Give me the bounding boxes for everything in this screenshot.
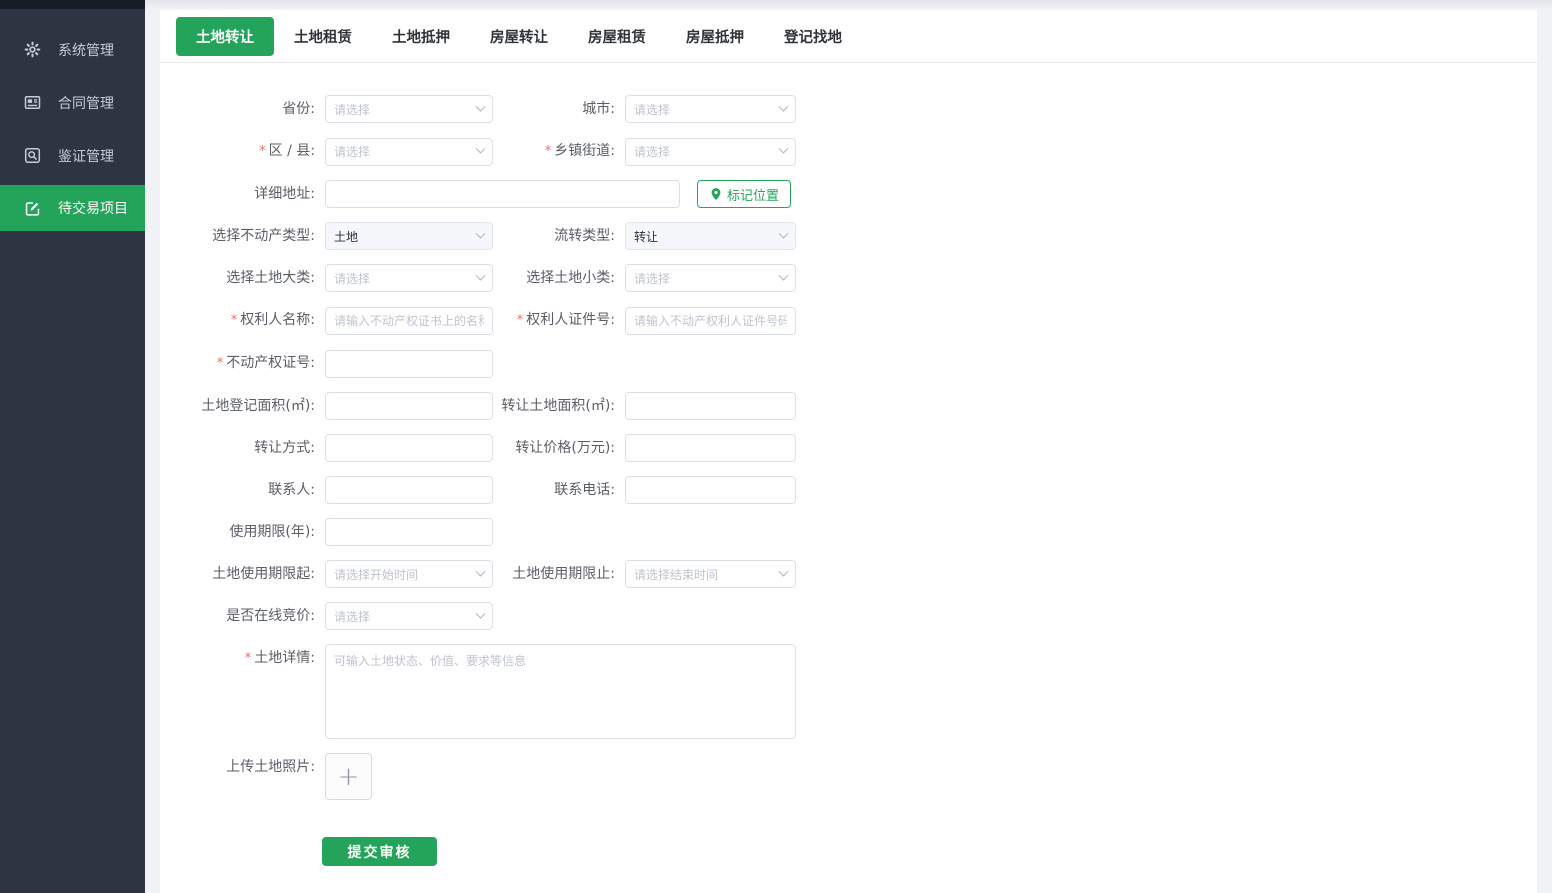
transfer-type-select[interactable]: 转让 (625, 222, 796, 250)
owner-name-input[interactable] (325, 307, 493, 335)
tab-bar: 土地转让 土地租赁 土地抵押 房屋转让 房屋租赁 房屋抵押 登记找地 (160, 10, 1537, 63)
tab-register-find-land[interactable]: 登记找地 (764, 17, 862, 56)
tab-house-transfer[interactable]: 房屋转让 (470, 17, 568, 56)
upload-photo-button[interactable]: + (325, 753, 372, 800)
use-term-start-select[interactable]: 请选择开始时间 (325, 560, 493, 588)
edit-icon (24, 200, 41, 217)
plus-icon: + (338, 764, 360, 790)
chevron-down-icon (476, 228, 486, 238)
transfer-price-input[interactable] (625, 434, 796, 462)
transfer-price-label: 转让价格(万元): (493, 434, 625, 462)
tab-house-lease[interactable]: 房屋租赁 (568, 17, 666, 56)
province-label: 省份: (160, 95, 325, 123)
online-bidding-label: 是否在线竞价: (160, 602, 325, 630)
transfer-area-label: 转让土地面积(㎡): (493, 392, 625, 420)
land-details-label: *土地详情: (160, 644, 325, 673)
owner-id-input[interactable] (625, 307, 796, 335)
transfer-area-input[interactable] (625, 392, 796, 420)
land-details-textarea[interactable] (325, 644, 796, 739)
tab-house-mortgage[interactable]: 房屋抵押 (666, 17, 764, 56)
cert-no-input[interactable] (325, 350, 493, 378)
sidebar-item-label: 合同管理 (58, 93, 114, 113)
chevron-down-icon (779, 228, 789, 238)
sidebar-item-contract-management[interactable]: 合同管理 (0, 76, 145, 129)
contact-phone-label: 联系电话: (493, 476, 625, 504)
chevron-down-icon (476, 566, 486, 576)
sidebar-top-strip (0, 0, 145, 9)
land-minor-class-label: 选择土地小类: (493, 264, 625, 292)
address-input[interactable] (325, 180, 680, 208)
land-major-class-select[interactable]: 请选择 (325, 264, 493, 292)
property-type-select[interactable]: 土地 (325, 222, 493, 250)
chevron-down-icon (476, 144, 486, 154)
use-term-start-label: 土地使用期限起: (160, 560, 325, 588)
sidebar: 系统管理 合同管理 鉴证管理 (0, 0, 145, 893)
property-type-label: 选择不动产类型: (160, 222, 325, 250)
land-major-class-label: 选择土地大类: (160, 264, 325, 292)
township-label: *乡镇街道: (493, 137, 625, 166)
contact-name-input[interactable] (325, 476, 493, 504)
district-label: *区 / 县: (160, 137, 325, 166)
registered-area-input[interactable] (325, 392, 493, 420)
chevron-down-icon (779, 270, 789, 280)
contact-name-label: 联系人: (160, 476, 325, 504)
transfer-method-input[interactable] (325, 434, 493, 462)
tab-land-transfer[interactable]: 土地转让 (176, 17, 274, 56)
online-bidding-select[interactable]: 请选择 (325, 602, 493, 630)
chevron-down-icon (779, 144, 789, 154)
city-label: 城市: (493, 95, 625, 123)
contact-phone-input[interactable] (625, 476, 796, 504)
land-minor-class-select[interactable]: 请选择 (625, 264, 796, 292)
upload-photo-label: 上传土地照片: (160, 753, 325, 781)
chevron-down-icon (476, 101, 486, 111)
sidebar-item-label: 系统管理 (58, 40, 114, 60)
chevron-down-icon (476, 608, 486, 618)
search-icon (24, 147, 41, 164)
page-top-shadow (0, 0, 1552, 9)
address-label: 详细地址: (160, 180, 325, 208)
mark-location-button[interactable]: 标记位置 (697, 180, 791, 208)
cert-no-label: *不动产权证号: (160, 349, 325, 378)
contract-icon (24, 94, 41, 111)
owner-name-label: *权利人名称: (160, 306, 325, 335)
sidebar-menu: 系统管理 合同管理 鉴证管理 (0, 9, 145, 231)
sidebar-item-authentication-management[interactable]: 鉴证管理 (0, 129, 145, 182)
city-select[interactable]: 请选择 (625, 95, 796, 123)
submit-button[interactable]: 提交审核 (322, 837, 437, 866)
township-select[interactable]: 请选择 (625, 138, 796, 166)
use-term-end-select[interactable]: 请选择结束时间 (625, 560, 796, 588)
main-content: 土地转让 土地租赁 土地抵押 房屋转让 房屋租赁 房屋抵押 登记找地 省份: 请… (160, 10, 1537, 893)
transfer-type-label: 流转类型: (493, 222, 625, 250)
owner-id-label: *权利人证件号: (493, 306, 625, 335)
location-pin-icon (709, 187, 723, 201)
tab-land-mortgage[interactable]: 土地抵押 (372, 17, 470, 56)
chevron-down-icon (476, 270, 486, 280)
district-select[interactable]: 请选择 (325, 138, 493, 166)
sidebar-item-system-management[interactable]: 系统管理 (0, 23, 145, 76)
registered-area-label: 土地登记面积(㎡): (160, 392, 325, 420)
tab-land-lease[interactable]: 土地租赁 (274, 17, 372, 56)
sidebar-item-label: 待交易项目 (58, 198, 128, 218)
land-transfer-form: 省份: 请选择 城市: 请选择 *区 / 县: 请选择 (160, 63, 1537, 866)
gear-icon (24, 41, 41, 58)
sidebar-item-label: 鉴证管理 (58, 146, 114, 166)
use-term-end-label: 土地使用期限止: (493, 560, 625, 588)
sidebar-item-pending-transactions[interactable]: 待交易项目 (0, 185, 145, 231)
province-select[interactable]: 请选择 (325, 95, 493, 123)
chevron-down-icon (779, 566, 789, 576)
use-term-years-label: 使用期限(年): (160, 518, 325, 546)
chevron-down-icon (779, 101, 789, 111)
transfer-method-label: 转让方式: (160, 434, 325, 462)
use-term-years-input[interactable] (325, 518, 493, 546)
